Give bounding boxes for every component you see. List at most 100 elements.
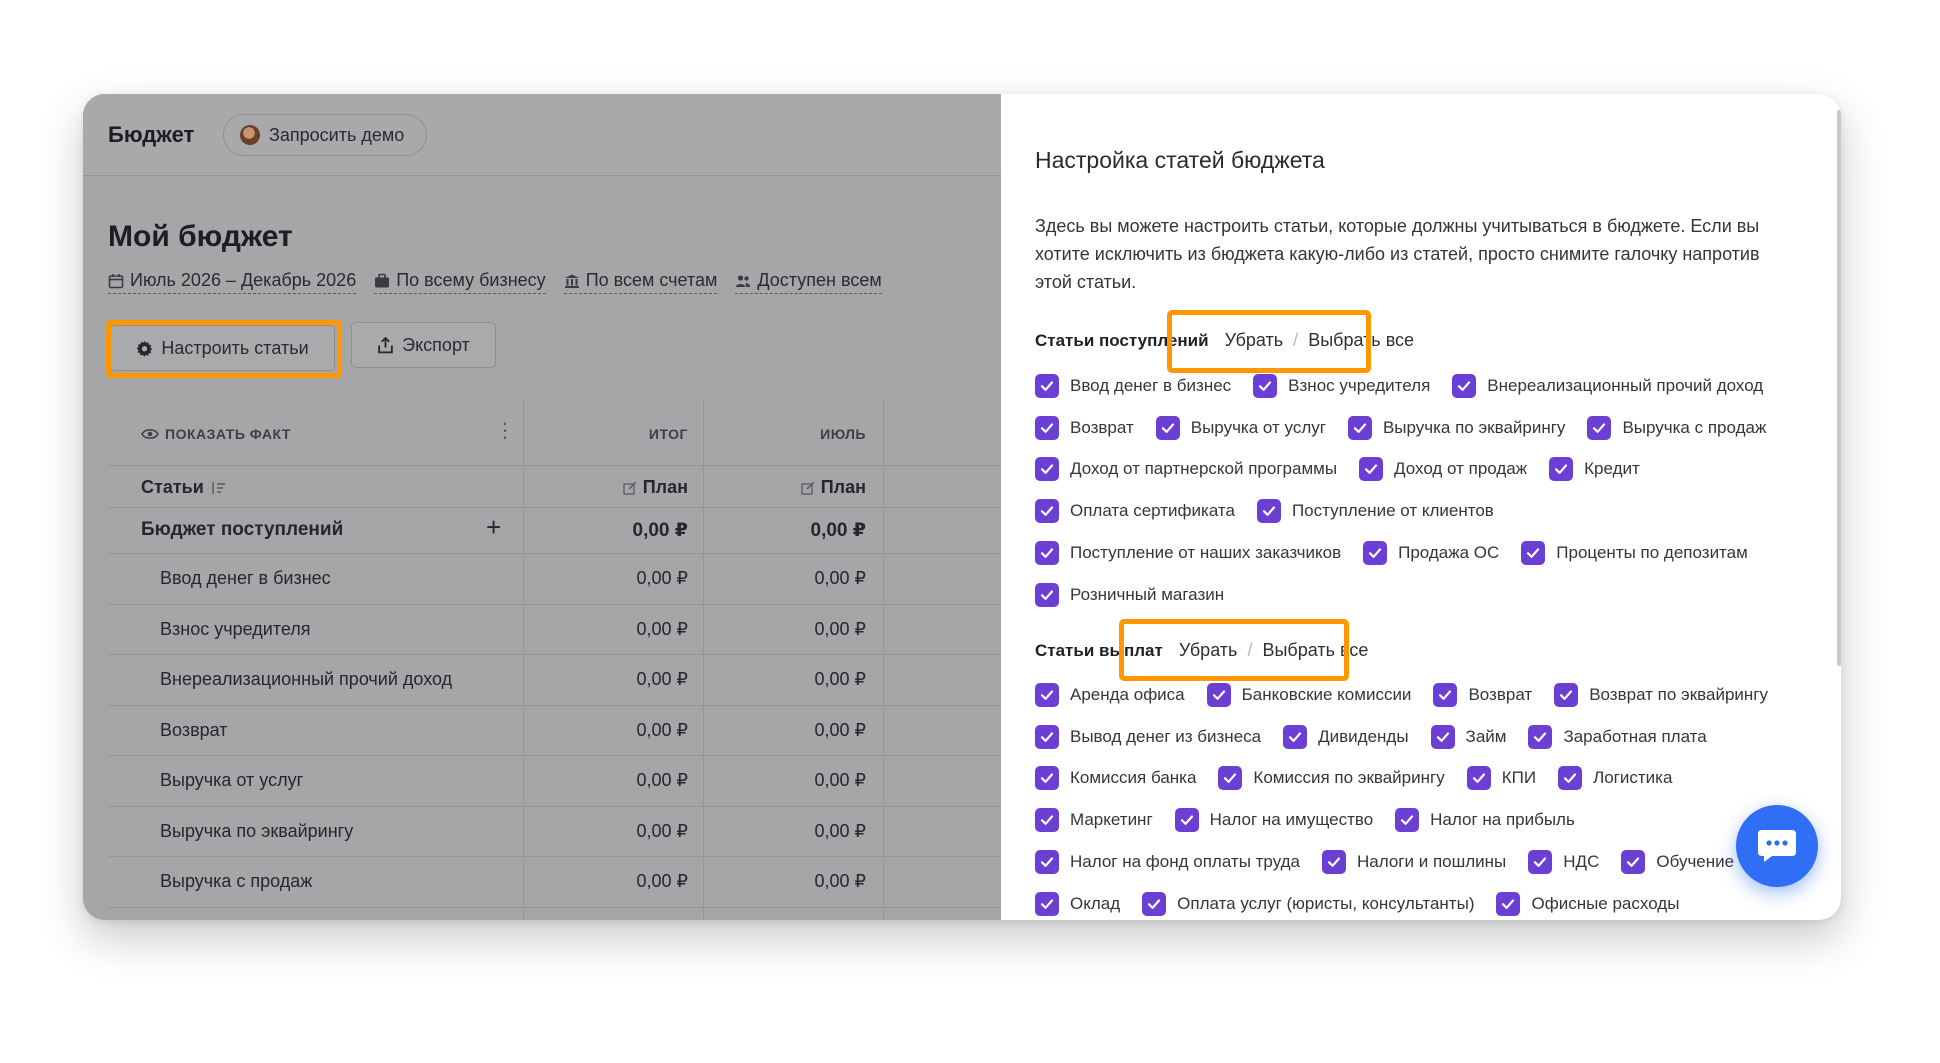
article-checkbox[interactable]: Вывод денег из бизнеса (1035, 716, 1261, 758)
check-icon[interactable] (1395, 808, 1420, 833)
check-icon[interactable] (1035, 766, 1059, 791)
check-icon[interactable] (1322, 850, 1347, 875)
article-checkbox[interactable]: Банковские комиссии (1206, 674, 1411, 716)
check-icon[interactable] (1587, 415, 1612, 440)
article-checkbox[interactable]: Возврат (1035, 407, 1134, 449)
show-fact-toggle[interactable]: ПОКАЗАТЬ ФАКТ (141, 426, 291, 442)
check-icon[interactable] (1035, 541, 1059, 566)
chat-button[interactable] (1736, 805, 1818, 887)
article-checkbox-label: Выручка с продаж (1622, 417, 1767, 437)
article-checkbox[interactable]: Заработная плата (1528, 716, 1707, 758)
accounts-filter[interactable]: По всем счетам (563, 270, 718, 294)
article-checkbox[interactable]: Доход от партнерской программы (1035, 449, 1337, 491)
article-checkbox[interactable]: Выручка от услуг (1155, 407, 1326, 449)
check-icon[interactable] (1035, 415, 1059, 440)
article-checkbox[interactable]: Возврат по эквайрингу (1554, 674, 1768, 716)
check-icon[interactable] (1554, 682, 1579, 707)
article-checkbox-label: Взнос учредителя (1288, 375, 1431, 395)
article-checkbox-label: Комиссия по эквайрингу (1253, 768, 1445, 788)
article-checkbox[interactable]: Займ (1430, 716, 1506, 758)
article-checkbox[interactable]: Оплата услуг (юристы, консультанты) (1142, 883, 1474, 920)
check-icon[interactable] (1035, 724, 1059, 749)
group-month-value: 0,00 ₽ (810, 520, 866, 541)
check-icon[interactable] (1035, 457, 1059, 482)
check-icon[interactable] (1528, 850, 1553, 875)
check-icon[interactable] (1218, 766, 1243, 791)
article-checkbox[interactable]: Ввод денег в бизнес (1035, 365, 1231, 407)
check-icon[interactable] (1283, 724, 1308, 749)
article-checkbox[interactable]: Дивиденды (1283, 716, 1409, 758)
article-checkbox-label: Логистика (1593, 768, 1673, 788)
article-checkbox[interactable]: Аренда офиса (1035, 674, 1185, 716)
article-checkbox[interactable]: КПИ (1466, 758, 1536, 800)
article-checkbox[interactable]: Налог на прибыль (1395, 799, 1575, 841)
article-checkbox[interactable]: Офисные расходы (1496, 883, 1679, 920)
check-icon[interactable] (1452, 373, 1477, 398)
article-checkbox[interactable]: Внереализационный прочий доход (1452, 365, 1763, 407)
more-icon[interactable]: ⋮ (495, 418, 515, 443)
article-checkbox[interactable]: Кредит (1549, 449, 1640, 491)
article-checkbox[interactable]: Розничный магазин (1035, 574, 1224, 616)
article-checkbox[interactable]: Продажа ОС (1363, 532, 1499, 574)
check-icon[interactable] (1035, 808, 1059, 833)
article-checkbox-label: Продажа ОС (1398, 543, 1500, 563)
check-icon[interactable] (1253, 373, 1278, 398)
check-icon[interactable] (1466, 766, 1491, 791)
check-icon[interactable] (1035, 891, 1059, 916)
check-icon[interactable] (1206, 682, 1231, 707)
article-checkbox[interactable]: Логистика (1558, 758, 1672, 800)
budget-page-overlay: Бюджет Запросить демо Мой бюджет Июль 20… (83, 94, 1001, 920)
check-icon[interactable] (1142, 891, 1167, 916)
article-checkbox[interactable]: Оплата сертификата (1035, 490, 1235, 532)
check-icon[interactable] (1035, 850, 1059, 875)
edit-icon (623, 480, 637, 495)
articles-sort-header[interactable]: Статьи (141, 477, 226, 498)
article-checkbox[interactable]: НДС (1528, 841, 1599, 883)
check-icon[interactable] (1035, 499, 1059, 524)
check-icon[interactable] (1155, 415, 1180, 440)
period-filter[interactable]: Июль 2026 – Декабрь 2026 (108, 270, 357, 294)
row-total-value: 0,00 ₽ (636, 820, 689, 841)
article-checkbox[interactable]: Поступление от наших заказчиков (1035, 532, 1341, 574)
article-checkbox[interactable]: Доход от продаж (1359, 449, 1527, 491)
access-filter[interactable]: Доступен всем (735, 270, 882, 294)
article-checkbox[interactable]: Оклад (1035, 883, 1120, 920)
article-checkbox[interactable]: Поступление от клиентов (1256, 490, 1494, 532)
plus-icon[interactable]: + (486, 512, 501, 543)
article-checkbox[interactable]: Обучение (1621, 841, 1734, 883)
check-icon[interactable] (1256, 499, 1281, 524)
article-checkbox[interactable]: Взнос учредителя (1253, 365, 1430, 407)
check-icon[interactable] (1549, 457, 1574, 482)
check-icon[interactable] (1174, 808, 1199, 833)
article-checkbox[interactable]: Налоги и пошлины (1322, 841, 1506, 883)
check-icon[interactable] (1035, 373, 1059, 398)
check-icon[interactable] (1035, 682, 1059, 707)
article-checkbox[interactable]: Комиссия по эквайрингу (1218, 758, 1445, 800)
check-icon[interactable] (1433, 682, 1458, 707)
check-icon[interactable] (1430, 724, 1455, 749)
check-icon[interactable] (1621, 850, 1646, 875)
check-icon[interactable] (1347, 415, 1372, 440)
article-checkbox[interactable]: Проценты по депозитам (1521, 532, 1748, 574)
users-icon (736, 274, 751, 287)
business-filter[interactable]: По всему бизнесу (374, 270, 546, 294)
article-checkbox[interactable]: Выручка с продаж (1587, 407, 1766, 449)
article-checkbox[interactable]: Комиссия банка (1035, 758, 1196, 800)
check-icon[interactable] (1035, 582, 1059, 607)
check-icon[interactable] (1363, 541, 1388, 566)
article-checkbox[interactable]: Выручка по эквайрингу (1347, 407, 1565, 449)
drawer-scrollbar[interactable] (1837, 110, 1841, 666)
article-checkbox-label: Маркетинг (1070, 810, 1153, 830)
article-checkbox[interactable]: Налог на имущество (1174, 799, 1373, 841)
article-checkbox[interactable]: Налог на фонд оплаты труда (1035, 841, 1300, 883)
request-demo-button[interactable]: Запросить демо (223, 114, 427, 156)
article-checkbox[interactable]: Возврат (1433, 674, 1532, 716)
bank-icon (564, 274, 579, 288)
article-checkbox[interactable]: Маркетинг (1035, 799, 1153, 841)
check-icon[interactable] (1521, 541, 1546, 566)
check-icon[interactable] (1359, 457, 1384, 482)
check-icon[interactable] (1558, 766, 1583, 791)
check-icon[interactable] (1496, 891, 1521, 916)
export-button[interactable]: Экспорт (351, 322, 496, 368)
check-icon[interactable] (1528, 724, 1553, 749)
